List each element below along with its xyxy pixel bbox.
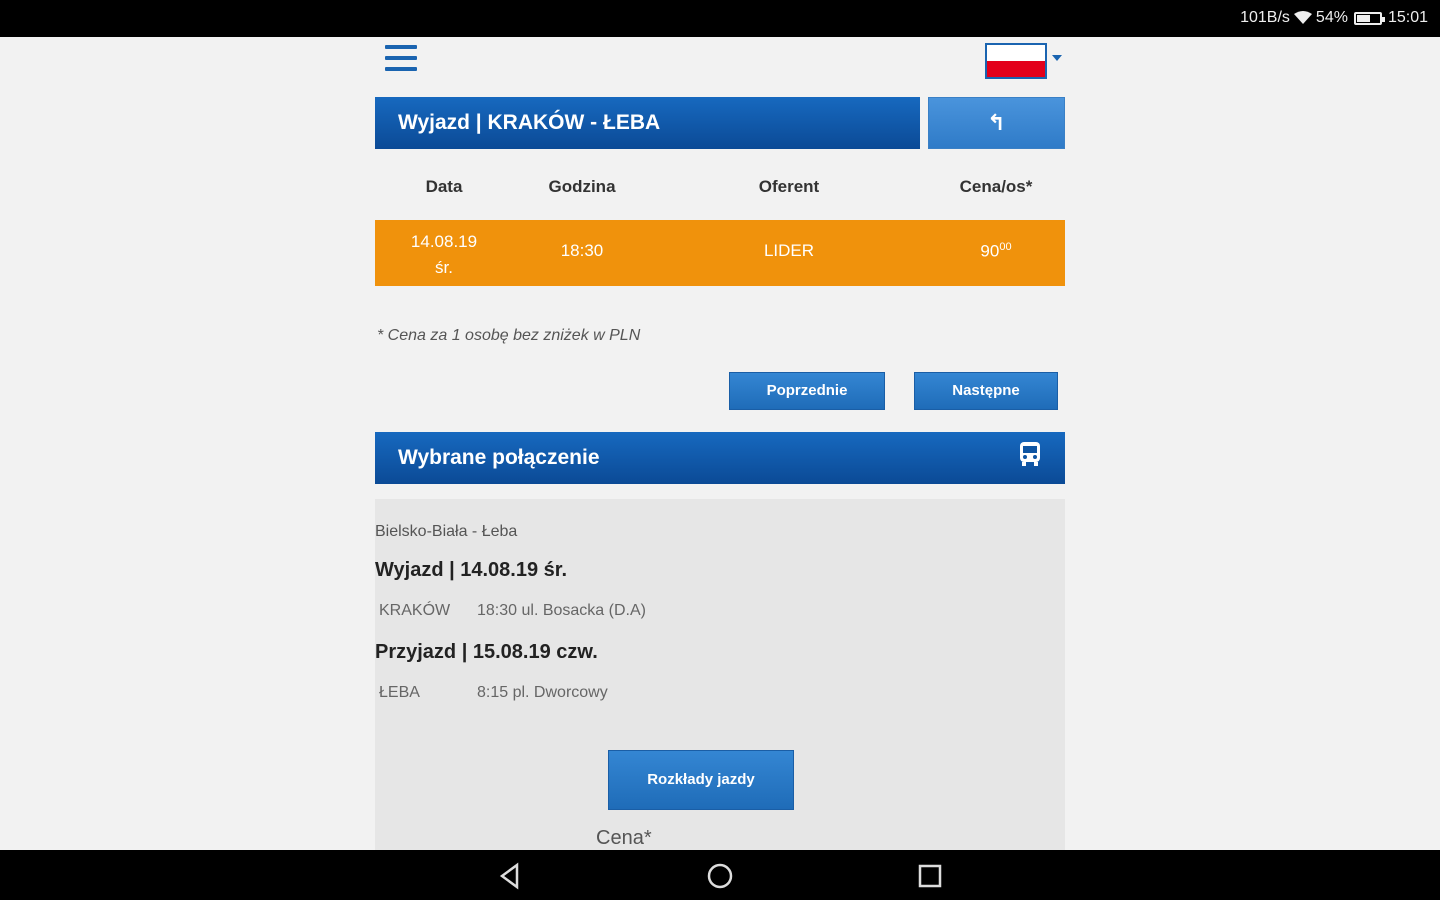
back-icon[interactable]: [497, 862, 525, 890]
price-main: 90: [980, 241, 1000, 261]
next-button[interactable]: Następne: [914, 372, 1058, 410]
arrival-time: 8:15 pl. Dworcowy: [477, 684, 608, 701]
battery-icon: [1353, 11, 1385, 25]
network-speed: 101B/s: [1240, 9, 1290, 26]
row-date: 14.08.19 śr.: [375, 229, 513, 281]
recents-icon[interactable]: [916, 862, 944, 890]
status-bar: 101B/s 54% 15:01: [0, 0, 1440, 37]
clock: 15:01: [1387, 9, 1428, 26]
departure-time: 18:30 ul. Bosacka (D.A): [477, 602, 646, 619]
app-page: Wyjazd | KRAKÓW - ŁEBA ↰ Data Godzina Of…: [0, 37, 1440, 850]
price-note: * Cena za 1 osobę bez zniżek w PLN: [377, 327, 641, 344]
previous-button[interactable]: Poprzednie: [729, 372, 885, 410]
route-name: Bielsko-Biała - Łeba: [375, 523, 518, 540]
row-operator: LIDER: [763, 241, 815, 260]
connection-details: Bielsko-Biała - Łeba Wyjazd | 14.08.19 ś…: [375, 499, 1065, 850]
row-price: 9000: [927, 241, 1065, 262]
arrival-title: Przyjazd | 15.08.19 czw.: [375, 641, 598, 663]
selected-connection-header: Wybrane połączenie: [375, 432, 1065, 484]
language-flag-icon[interactable]: [985, 43, 1047, 79]
arrival-city: ŁEBA: [379, 684, 420, 701]
back-button[interactable]: ↰: [928, 97, 1065, 149]
status-indicators: 101B/s 54% 15:01: [1240, 9, 1428, 27]
row-date-value: 14.08.19: [410, 232, 478, 251]
connection-row[interactable]: 14.08.19 śr. 18:30 LIDER 9000: [375, 220, 1065, 286]
route-title: Wyjazd | KRAKÓW - ŁEBA: [375, 97, 920, 149]
menu-icon[interactable]: [385, 45, 417, 73]
column-date: Data: [425, 177, 463, 196]
column-time: Godzina: [548, 177, 616, 196]
departure-title: Wyjazd | 14.08.19 śr.: [375, 559, 568, 581]
price-label: Cena*: [596, 827, 652, 849]
home-icon[interactable]: [706, 862, 734, 890]
wifi-icon: [1293, 11, 1312, 24]
column-operator: Oferent: [758, 177, 820, 196]
column-price: Cena/os*: [959, 177, 1033, 196]
table-header: Data Godzina Oferent Cena/os*: [375, 177, 1065, 203]
row-day-value: śr.: [435, 258, 453, 277]
price-cents: 00: [999, 241, 1012, 253]
departure-city: KRAKÓW: [379, 602, 451, 619]
system-nav-bar: [0, 850, 1440, 900]
schedules-button[interactable]: Rozkłady jazdy: [608, 750, 794, 810]
selected-connection-title: Wybrane połączenie: [398, 446, 600, 469]
bus-icon: [1020, 442, 1040, 466]
battery-percent: 54%: [1315, 9, 1348, 26]
language-caret-icon[interactable]: [1052, 55, 1062, 61]
row-time: 18:30: [560, 241, 604, 260]
